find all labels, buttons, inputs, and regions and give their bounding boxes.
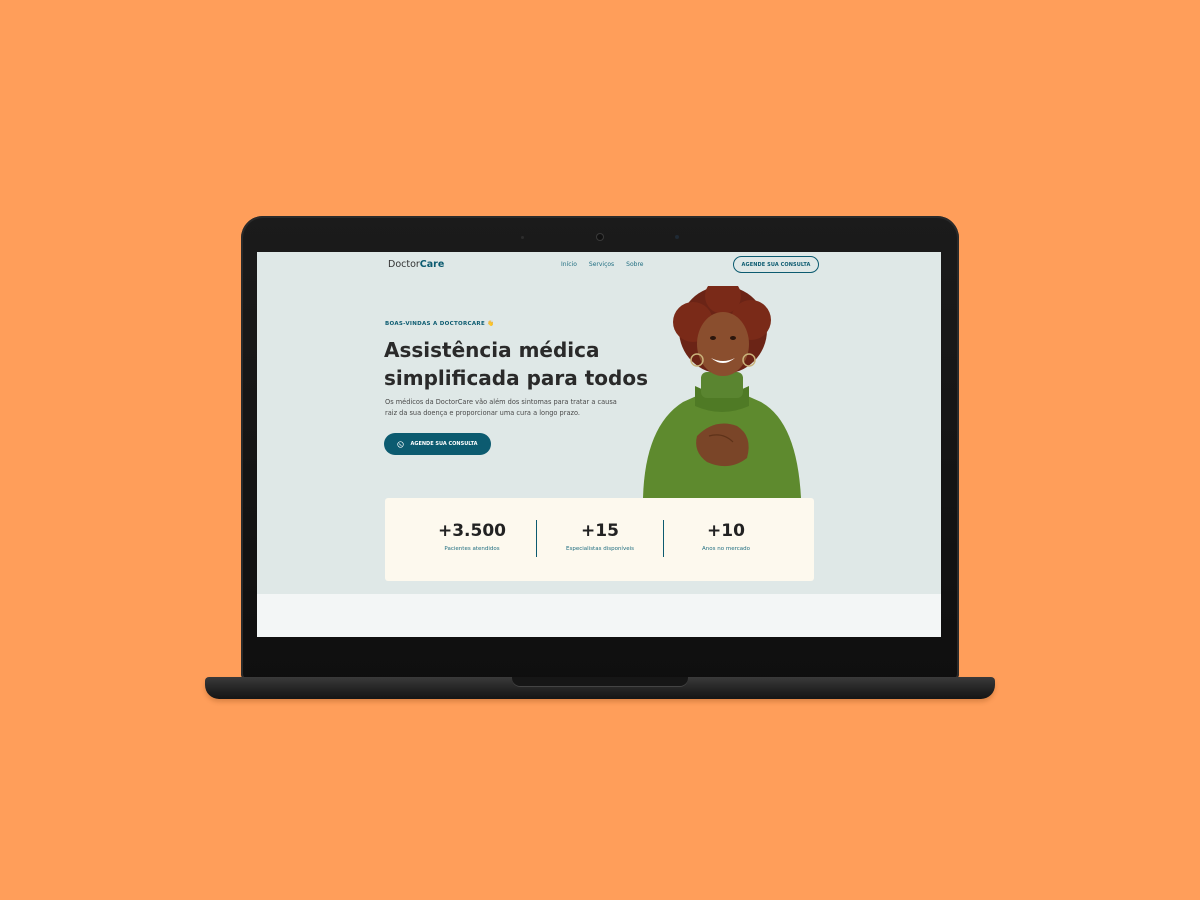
top-nav: DoctorCare Início Serviços Sobre AGENDE … xyxy=(257,252,941,278)
stat-label: Especialistas disponíveis xyxy=(566,546,634,552)
website-screen: DoctorCare Início Serviços Sobre AGENDE … xyxy=(257,252,941,637)
stat-value: +15 xyxy=(581,521,619,541)
stat-label: Pacientes atendidos xyxy=(444,546,500,552)
stat-specialists: +15 Especialistas disponíveis xyxy=(537,521,663,552)
nav-schedule-button[interactable]: AGENDE SUA CONSULTA xyxy=(733,256,819,273)
stats-card: +3.500 Pacientes atendidos +15 Especiali… xyxy=(385,498,814,581)
stat-value: +3.500 xyxy=(437,521,507,541)
stat-years: +10 Anos no mercado xyxy=(663,521,789,552)
doctor-woman-image xyxy=(643,286,801,498)
webcam-icon xyxy=(597,234,603,240)
stat-value: +10 xyxy=(707,521,745,541)
logo[interactable]: DoctorCare xyxy=(388,259,444,270)
hero-schedule-label: AGENDE SUA CONSULTA xyxy=(410,441,478,447)
laptop-base xyxy=(205,677,995,699)
next-section xyxy=(257,594,941,637)
nav-link-sobre[interactable]: Sobre xyxy=(626,261,643,268)
nav-links: Início Serviços Sobre xyxy=(561,261,644,268)
sensor-dot xyxy=(675,235,679,239)
whatsapp-icon xyxy=(397,440,405,448)
hero-eyebrow: BOAS-VINDAS A DOCTORCARE 👋 xyxy=(385,321,495,327)
nav-link-servicos[interactable]: Serviços xyxy=(589,261,614,268)
stat-label: Anos no mercado xyxy=(702,546,750,552)
sensor-dot xyxy=(521,236,524,239)
trackpad-notch xyxy=(512,677,688,687)
hero-description: Os médicos da DoctorCare vão além dos si… xyxy=(385,398,617,417)
hero-schedule-button[interactable]: AGENDE SUA CONSULTA xyxy=(384,433,491,455)
hero-title: Assistência médica simplificada para tod… xyxy=(384,338,648,390)
nav-link-inicio[interactable]: Início xyxy=(561,261,577,268)
stat-patients: +3.500 Pacientes atendidos xyxy=(409,521,535,552)
